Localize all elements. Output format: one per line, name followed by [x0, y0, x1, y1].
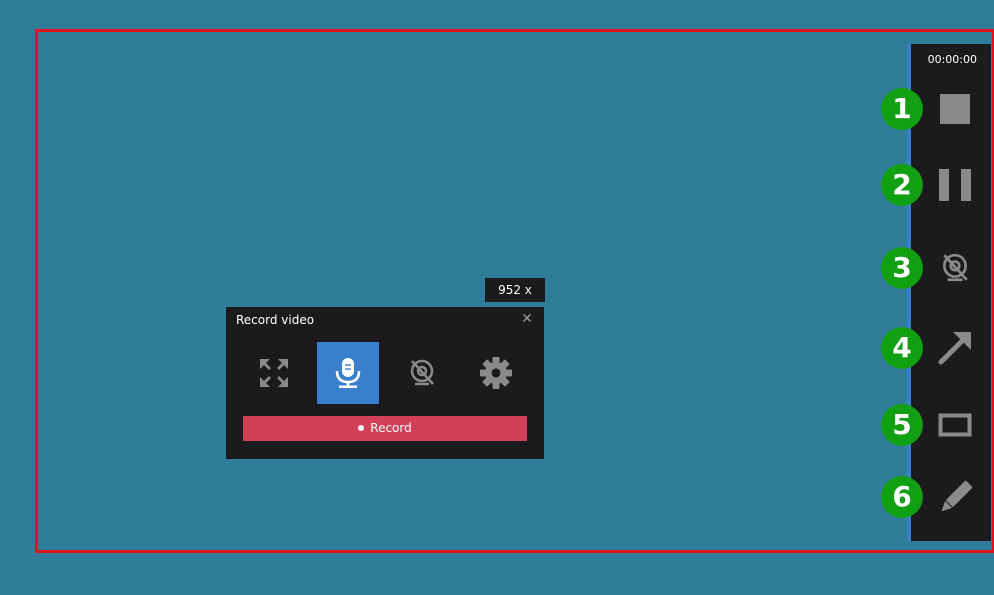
record-button-label: Record: [370, 421, 412, 435]
webcam-off-icon: [410, 359, 434, 386]
pause-button[interactable]: [933, 163, 977, 207]
stop-button[interactable]: [933, 87, 977, 131]
stop-icon: [940, 94, 970, 124]
rectangle-icon: [938, 413, 972, 437]
callout-badge-6: 6: [881, 476, 923, 518]
panel-title: Record video: [236, 313, 315, 327]
record-video-panel: Record video ✕ Record: [226, 307, 544, 459]
pencil-tool-button[interactable]: [933, 476, 977, 520]
callout-badge-2: 2: [881, 164, 923, 206]
pause-icon: [939, 169, 971, 201]
callout-badge-4: 4: [881, 327, 923, 369]
settings-button[interactable]: [465, 342, 527, 404]
record-options-row: [243, 342, 529, 404]
fullscreen-button[interactable]: [243, 342, 305, 404]
microphone-button[interactable]: [317, 342, 379, 404]
screen-canvas: 952 x 515 Record video ✕: [0, 0, 994, 595]
webcam-off-icon: [943, 253, 968, 282]
rectangle-tool-button[interactable]: [933, 403, 977, 447]
fullscreen-icon: [260, 359, 288, 387]
callout-badge-1: 1: [881, 88, 923, 130]
callout-badge-3: 3: [881, 247, 923, 289]
pencil-icon: [941, 480, 973, 512]
record-dot-icon: [358, 424, 365, 431]
record-button[interactable]: Record: [243, 416, 527, 441]
arrow-icon: [938, 332, 971, 365]
callout-badge-5: 5: [881, 404, 923, 446]
recording-timer: 00:00:00: [927, 53, 977, 66]
settings-gear-icon: [480, 357, 512, 389]
close-icon[interactable]: ✕: [520, 310, 534, 328]
webcam-button[interactable]: [391, 342, 453, 404]
microphone-icon: [335, 358, 361, 388]
size-tooltip: 952 x 515: [485, 278, 545, 321]
webcam-toggle-button[interactable]: [933, 246, 977, 290]
arrow-tool-button[interactable]: [933, 326, 977, 370]
